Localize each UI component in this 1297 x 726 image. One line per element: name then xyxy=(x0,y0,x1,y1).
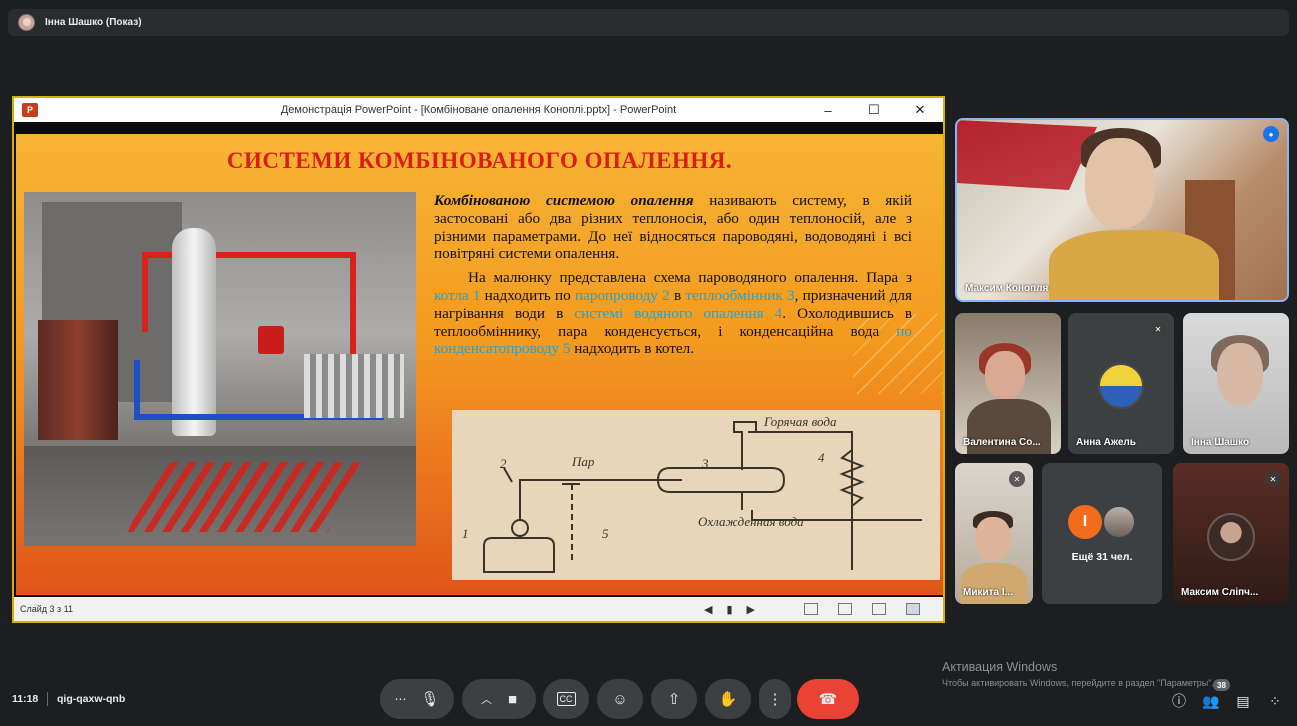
participant-tile[interactable]: ✕ Максим Сліпч... xyxy=(1173,463,1289,604)
participant-name: Максим Сліпч... xyxy=(1181,587,1259,598)
mic-control[interactable]: ⋯ 🎙 xyxy=(380,679,454,719)
presenter-bar: Інна Шашко (Показ) xyxy=(8,9,1289,36)
previous-slide-icon[interactable]: ◀ xyxy=(704,603,712,616)
present-screen-icon: ⇧ xyxy=(667,691,681,708)
captions-button[interactable]: CC xyxy=(543,679,589,719)
avatar xyxy=(1098,363,1144,409)
slide-body-text: Комбінованою системою опалення називають… xyxy=(434,192,912,358)
watermark-title: Активация Windows xyxy=(942,660,1058,674)
slide-counter: Слайд 3 з 11 xyxy=(20,604,74,614)
present-button[interactable]: ⇧ xyxy=(651,679,697,719)
leave-call-button[interactable]: ☎ xyxy=(797,679,859,719)
slide-menu-icon[interactable]: ▮ xyxy=(726,603,732,616)
next-slide-icon[interactable]: ▶ xyxy=(747,603,755,616)
reading-view-icon[interactable] xyxy=(872,603,886,615)
phone-hangup-icon: ☎ xyxy=(818,691,838,708)
steam-water-heating-diagram: Горячая вода Пар Охлажденная вода 1 2 3 … xyxy=(452,410,940,580)
diagram-num-4: 4 xyxy=(818,450,825,465)
tank-illustration xyxy=(172,228,216,436)
microphone-icon[interactable]: 🎙 xyxy=(420,690,439,708)
link-boiler: котла 1 xyxy=(434,286,481,304)
more-audio-options-icon[interactable]: ⋯ xyxy=(394,692,406,706)
watermark-subtitle: Чтобы активировать Windows, перейдите в … xyxy=(942,678,1214,688)
more-vertical-icon: ⋮ xyxy=(767,691,783,708)
more-options-button[interactable]: ⋮ xyxy=(759,679,791,719)
minimize-button[interactable]: – xyxy=(805,98,851,122)
captions-icon: CC xyxy=(556,692,576,706)
avatar xyxy=(1102,505,1136,539)
participant-tile[interactable]: ✕ Анна Ажель xyxy=(1068,313,1174,454)
participant-name: Анна Ажель xyxy=(1076,437,1136,448)
participant-name: Микита І... xyxy=(963,587,1013,598)
diagram-cooled-water-label: Охлажденная вода xyxy=(698,514,804,529)
diagram-num-5: 5 xyxy=(602,526,609,541)
powerpoint-statusbar: Слайд 3 з 11 ◀ ▮ ▶ xyxy=(14,597,943,621)
participant-tile[interactable]: Валентина Со... xyxy=(955,313,1061,454)
camera-icon[interactable]: ■ xyxy=(508,691,517,708)
reactions-button[interactable]: ☺ xyxy=(597,679,643,719)
link-steam-pipe: паропроводу 2 xyxy=(574,286,670,304)
presenter-label: Інна Шашко (Показ) xyxy=(45,17,142,28)
slideshow-view-icon[interactable] xyxy=(906,603,920,615)
avatar xyxy=(1207,513,1255,561)
chevron-up-icon[interactable]: ︿ xyxy=(481,691,492,707)
clock: 11:18 xyxy=(12,693,39,705)
link-water-system: системі водяного опалення 4 xyxy=(574,304,783,322)
maximize-button[interactable]: ☐ xyxy=(851,98,897,122)
diagram-num-2: 2 xyxy=(500,456,507,471)
close-button[interactable]: ✕ xyxy=(897,98,943,122)
participant-tile-speaker[interactable]: ● Максим Конопля xyxy=(955,118,1289,302)
speaking-indicator-icon: ● xyxy=(1263,126,1279,142)
powerpoint-titlebar: P Демонстрація PowerPoint - [Комбіноване… xyxy=(14,98,943,122)
more-participants-tile[interactable]: I Ещё 31 чел. xyxy=(1042,463,1162,604)
avatar: I xyxy=(1068,505,1102,539)
windows-activation-watermark: Активация Windows Чтобы активировать Win… xyxy=(942,660,1214,688)
slide-title: СИСТЕМИ КОМБІНОВАНОГО ОПАЛЕННЯ. xyxy=(226,148,733,173)
window-title: Демонстрація PowerPoint - [Комбіноване о… xyxy=(280,104,677,116)
raise-hand-button[interactable]: ✋ xyxy=(705,679,751,719)
heating-system-photo xyxy=(24,192,416,546)
p2-text-f: надходить в котел. xyxy=(570,340,694,358)
term-combined-heating: Комбінованою системою опалення xyxy=(434,192,694,209)
shared-presentation-window[interactable]: P Демонстрація PowerPoint - [Комбіноване… xyxy=(12,96,945,623)
info-icon[interactable]: ⓘ xyxy=(1168,690,1190,712)
people-icon[interactable]: 👥 xyxy=(1200,690,1222,712)
manifold-illustration xyxy=(304,354,404,418)
mic-off-icon: ✕ xyxy=(1265,471,1281,487)
participant-name: Валентина Со... xyxy=(963,437,1041,448)
hand-icon: ✋ xyxy=(718,691,738,708)
slide: СИСТЕМИ КОМБІНОВАНОГО ОПАЛЕННЯ. Комбінов… xyxy=(16,134,943,595)
emoji-icon: ☺ xyxy=(612,690,628,708)
mic-off-icon: ✕ xyxy=(1009,471,1025,487)
p2-text-c: в xyxy=(669,286,686,304)
p2-text-b: надходить по xyxy=(480,286,575,304)
link-heat-exchanger: теплообмінник 3 xyxy=(685,286,795,304)
participant-name: Інна Шашко xyxy=(1191,437,1250,448)
p2-text-a: На малюнку представлена схема пароводяно… xyxy=(468,269,912,287)
participant-name: Максим Конопля xyxy=(965,283,1049,294)
presenter-avatar xyxy=(18,14,35,31)
diagram-num-1: 1 xyxy=(462,526,469,541)
boiler-illustration xyxy=(38,320,118,440)
participant-tile[interactable]: ✕ Микита І... xyxy=(955,463,1033,604)
activities-icon[interactable]: ⁘ xyxy=(1264,690,1286,712)
people-count-badge: 38 xyxy=(1213,679,1230,691)
meeting-code: qig-qaxw-qnb xyxy=(57,693,126,705)
diagram-num-3: 3 xyxy=(701,456,709,471)
chat-icon[interactable]: ▤ xyxy=(1232,690,1254,712)
participant-tile[interactable]: Інна Шашко xyxy=(1183,313,1289,454)
slide-sorter-icon[interactable] xyxy=(838,603,852,615)
normal-view-icon[interactable] xyxy=(804,603,818,615)
camera-control[interactable]: ︿ ■ xyxy=(462,679,536,719)
more-participants-label: Ещё 31 чел. xyxy=(1071,551,1133,563)
floor-heating-coil xyxy=(127,462,361,532)
mic-off-icon: ✕ xyxy=(1150,321,1166,337)
diagram-steam-label: Пар xyxy=(571,454,595,469)
diagram-hot-water-label: Горячая вода xyxy=(763,414,837,429)
